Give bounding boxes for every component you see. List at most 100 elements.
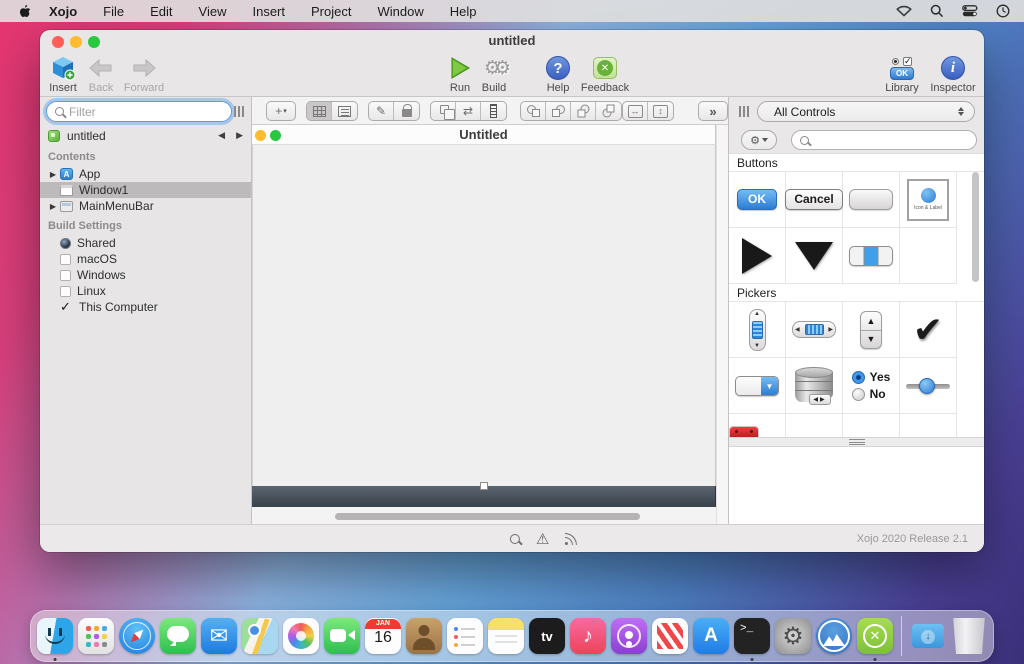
dock-icon-notes[interactable] — [488, 618, 524, 654]
library-item-vertical-scrollbar[interactable] — [729, 302, 786, 358]
dock-icon-messages[interactable] — [160, 618, 196, 654]
menu-item-window[interactable]: Window — [377, 4, 423, 19]
dock-icon-maps[interactable] — [242, 618, 278, 654]
navigator-filter-field[interactable] — [46, 101, 232, 122]
align-left-icon[interactable] — [521, 102, 546, 120]
library-item-default-button[interactable] — [843, 172, 900, 228]
outline-view-button[interactable] — [332, 102, 357, 120]
sidebar-item-macos[interactable]: macOS — [40, 251, 251, 267]
build-button[interactable]: ⚙⚙ Build — [462, 55, 526, 95]
align-top-icon[interactable] — [571, 102, 596, 120]
dock-icon-contacts[interactable] — [406, 618, 442, 654]
layout-view-button[interactable] — [307, 102, 332, 120]
sidebar-item-linux[interactable]: Linux — [40, 283, 251, 299]
equal-height-icon[interactable]: ↕ — [648, 102, 673, 120]
library-item-calendar-control[interactable] — [729, 414, 786, 437]
forward-button[interactable]: Forward — [112, 55, 176, 94]
library-splitter[interactable] — [729, 437, 984, 447]
sidebar-item-shared[interactable]: Shared — [40, 235, 251, 251]
disclosure-icon[interactable]: ▶ — [46, 170, 60, 179]
lock-icon[interactable] — [394, 102, 419, 120]
library-item-stepper[interactable] — [843, 302, 900, 358]
dock-icon-reminders[interactable] — [447, 618, 483, 654]
dock-icon-safari[interactable] — [119, 618, 155, 654]
dock-icon-terminal[interactable]: >_ — [734, 618, 770, 661]
dock-icon-docs[interactable] — [816, 618, 852, 654]
library-search-input[interactable] — [814, 133, 969, 147]
design-canvas[interactable]: Untitled — [252, 125, 728, 524]
editor-horizontal-scrollbar[interactable] — [335, 513, 640, 520]
resize-handle[interactable] — [480, 482, 488, 490]
dock-icon-calendar[interactable]: JAN 16 — [365, 618, 401, 654]
project-row[interactable]: untitled ◀ ▶ — [40, 126, 251, 145]
library-search-field[interactable] — [791, 130, 977, 150]
menu-item-help[interactable]: Help — [450, 4, 477, 19]
navigator-options-icon[interactable] — [234, 106, 244, 117]
library-item-popup-arrow[interactable] — [786, 228, 843, 284]
dock-icon-facetime[interactable] — [324, 618, 360, 654]
disclosure-icon[interactable]: ▶ — [46, 202, 60, 211]
align-center-icon[interactable] — [546, 102, 571, 120]
dock-icon-sysprefs[interactable]: ⚙ — [775, 618, 811, 654]
warnings-icon[interactable]: ⚠ — [536, 530, 549, 548]
sidebar-item-window1[interactable]: Window1 — [40, 182, 251, 198]
dock-icon-photos[interactable] — [283, 618, 319, 654]
find-icon[interactable] — [509, 533, 520, 544]
wifi-icon[interactable] — [896, 5, 912, 17]
designed-window-titlebar[interactable]: Untitled — [252, 125, 716, 145]
library-item-horizontal-scrollbar[interactable] — [786, 302, 843, 358]
control-center-icon[interactable] — [962, 5, 978, 17]
dock-icon-news[interactable] — [652, 618, 688, 654]
library-filter-popup[interactable]: All Controls — [757, 101, 975, 122]
menu-item-insert[interactable]: Insert — [252, 4, 285, 19]
library-item-segmented-control[interactable] — [843, 228, 900, 284]
sidebar-item-mainmenubar[interactable]: ▶ MainMenuBar — [40, 198, 251, 214]
library-item-cancel-button[interactable]: Cancel — [785, 172, 843, 228]
library-scrollbar[interactable] — [972, 172, 979, 282]
library-item-radio-group[interactable]: Yes No — [843, 358, 900, 414]
sidebar-item-windows[interactable]: Windows — [40, 267, 251, 283]
menu-item-app[interactable]: Xojo — [49, 4, 77, 19]
library-item-checkbox[interactable]: ✔ — [900, 302, 957, 358]
align-bottom-icon[interactable] — [596, 102, 621, 120]
menu-item-edit[interactable]: Edit — [150, 4, 172, 19]
menu-item-project[interactable]: Project — [311, 4, 351, 19]
nav-back-icon[interactable]: ◀ — [218, 130, 225, 141]
library-item-slider[interactable] — [900, 358, 957, 414]
dock-icon-mail[interactable]: ✉ — [201, 618, 237, 654]
duplicate-icon[interactable] — [431, 102, 456, 120]
window-titlebar[interactable]: untitled — [40, 30, 984, 52]
dock-icon-xojo[interactable]: ✕ — [857, 618, 893, 661]
spotlight-search-icon[interactable] — [930, 4, 944, 18]
pencil-icon[interactable]: ✎ — [369, 102, 394, 120]
filter-input[interactable] — [69, 104, 224, 119]
library-item-icon-label-button[interactable]: Icon & Label — [900, 172, 957, 228]
menu-item-file[interactable]: File — [103, 4, 124, 19]
dock-icon-trash[interactable] — [951, 618, 987, 654]
library-item-popup-menu[interactable] — [729, 358, 786, 414]
more-tools-button[interactable]: » — [698, 101, 728, 121]
dock-icon-appstore[interactable]: A — [693, 618, 729, 654]
nav-forward-icon[interactable]: ▶ — [236, 130, 243, 141]
dock-icon-appletv[interactable]: tv — [529, 618, 565, 654]
library-settings-button[interactable]: ⚙ — [741, 130, 777, 150]
library-item-disclosure-triangle[interactable] — [729, 228, 786, 284]
equal-width-icon[interactable]: ↔ — [623, 102, 648, 120]
apple-menu-icon[interactable] — [18, 4, 31, 19]
library-item-ok-button[interactable]: OK — [729, 172, 786, 228]
library-item-database-query[interactable]: ◀▶ — [786, 358, 843, 414]
feedback-button[interactable]: ✕ Feedback — [573, 55, 637, 94]
feed-icon[interactable] — [565, 532, 579, 546]
sidebar-item-app[interactable]: ▶ A App — [40, 166, 251, 182]
ruler-icon[interactable] — [481, 102, 506, 120]
dock-icon-downloads[interactable] — [910, 618, 946, 654]
designed-window[interactable]: Untitled — [252, 125, 716, 507]
menu-item-view[interactable]: View — [199, 4, 227, 19]
sidebar-item-this-computer[interactable]: ✓ This Computer — [40, 299, 251, 315]
add-control-button[interactable]: + ▾ — [266, 101, 296, 121]
dock-icon-podcasts[interactable] — [611, 618, 647, 654]
dock-icon-finder[interactable] — [37, 618, 73, 661]
designed-window-body[interactable] — [252, 145, 716, 486]
reorder-icon[interactable]: ⇄ — [456, 102, 481, 120]
dock-icon-music[interactable]: ♪ — [570, 618, 606, 654]
